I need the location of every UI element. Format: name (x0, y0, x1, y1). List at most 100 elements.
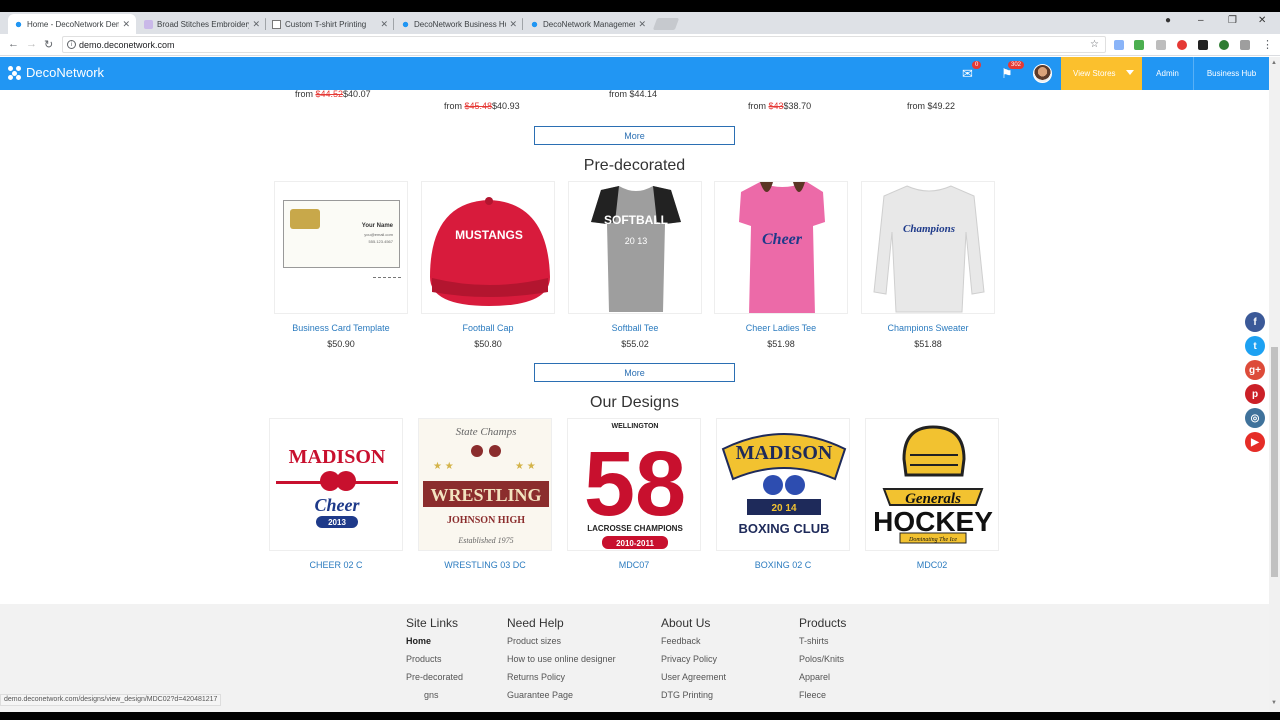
bookmark-star-icon[interactable]: ☆ (1090, 39, 1099, 50)
footer-link-dtg-printing[interactable]: DTG Printing (661, 690, 726, 700)
avatar[interactable] (1033, 64, 1052, 83)
footer-link-returns[interactable]: Returns Policy (507, 672, 616, 682)
product-card[interactable]: SOFTBALL 20 13 Softball Tee $55.02 (568, 181, 702, 349)
more-predecorated-button[interactable]: More (534, 363, 735, 382)
footer-link-fleece[interactable]: Fleece (799, 690, 846, 700)
design-image[interactable]: State Champs ★ ★ ★ ★ WRESTLING JOHNSON HI… (418, 418, 552, 551)
browser-tab-2[interactable]: Broad Stitches Embroidery ✕ (138, 14, 266, 34)
footer-link-home[interactable]: Home (406, 636, 463, 646)
product-image[interactable]: Cheer (714, 181, 848, 314)
product-card[interactable]: Champions Champions Sweater $51.88 (861, 181, 995, 349)
pinterest-icon[interactable]: p (1245, 384, 1265, 404)
footer-link-tshirts[interactable]: T-shirts (799, 636, 846, 646)
extension-icon[interactable] (1114, 40, 1124, 50)
instagram-icon[interactable]: ◎ (1245, 408, 1265, 428)
footer-link-online-designer[interactable]: How to use online designer (507, 654, 616, 664)
product-card[interactable]: Cheer Cheer Ladies Tee $51.98 (714, 181, 848, 349)
scroll-up-icon[interactable]: ▲ (1271, 60, 1277, 66)
site-logo[interactable]: DecoNetwork (8, 65, 104, 80)
tab-title: DecoNetwork Management (543, 19, 636, 29)
close-tab-icon[interactable]: ✕ (638, 19, 646, 30)
product-name[interactable]: Champions Sweater (861, 323, 995, 333)
url-input[interactable]: i demo.deconetwork.com ☆ (62, 36, 1106, 53)
extension-icon[interactable] (1198, 40, 1208, 50)
footer-link-product-sizes[interactable]: Product sizes (507, 636, 616, 646)
footer-link-designs[interactable]: gns (406, 690, 463, 700)
browser-tab-1[interactable]: Home - DecoNetwork Demo ✕ (8, 14, 136, 34)
design-name[interactable]: BOXING 02 C (716, 560, 850, 570)
footer-link-predecorated[interactable]: Pre-decorated (406, 672, 463, 682)
new-tab-button[interactable] (652, 18, 680, 30)
browser-tab-4[interactable]: DecoNetwork Business Hub ✕ (395, 14, 523, 34)
design-card[interactable]: WELLINGTON 58 LACROSSE CHAMPIONS 2010-20… (567, 418, 701, 570)
product-image[interactable]: MUSTANGS (421, 181, 555, 314)
minimize-icon[interactable]: – (1198, 15, 1204, 26)
view-stores-button[interactable]: View Stores (1061, 57, 1142, 90)
product-name[interactable]: Cheer Ladies Tee (714, 323, 848, 333)
product-card[interactable]: MUSTANGS Football Cap $50.80 (421, 181, 555, 349)
extension-icon[interactable] (1177, 40, 1187, 50)
close-tab-icon[interactable]: ✕ (509, 19, 517, 30)
business-hub-link[interactable]: Business Hub (1193, 57, 1269, 90)
page-scrollbar[interactable]: ▲ ▼ (1269, 57, 1280, 712)
reload-icon[interactable]: ↻ (44, 38, 53, 51)
admin-link[interactable]: Admin (1142, 57, 1193, 90)
design-name[interactable]: MDC02 (865, 560, 999, 570)
google-plus-icon[interactable]: g+ (1245, 360, 1265, 380)
svg-text:20 14: 20 14 (771, 503, 796, 514)
design-name[interactable]: WRESTLING 03 DC (418, 560, 552, 570)
messages-icon[interactable]: ✉ (962, 66, 973, 82)
back-icon[interactable]: ← (8, 38, 19, 50)
close-tab-icon[interactable]: ✕ (122, 19, 130, 30)
extension-icon[interactable] (1240, 40, 1250, 50)
design-card[interactable]: State Champs ★ ★ ★ ★ WRESTLING JOHNSON HI… (418, 418, 552, 570)
design-name[interactable]: MDC07 (567, 560, 701, 570)
design-card[interactable]: MADISON Cheer 2013 CHEER 02 C (269, 418, 403, 570)
extension-icon[interactable] (1134, 40, 1144, 50)
browser-tab-3[interactable]: Custom T-shirt Printing ✕ (266, 14, 394, 34)
product-name[interactable]: Football Cap (421, 323, 555, 333)
design-image[interactable]: Generals HOCKEY Dominating The Ice (865, 418, 999, 551)
design-card[interactable]: MADISON 20 14 BOXING CLUB BOXING 02 C (716, 418, 850, 570)
twitter-icon[interactable]: t (1245, 336, 1265, 356)
design-card[interactable]: Generals HOCKEY Dominating The Ice MDC02 (865, 418, 999, 570)
footer-link-feedback[interactable]: Feedback (661, 636, 726, 646)
browser-menu-icon[interactable]: ⋮ (1262, 38, 1273, 51)
footer-link-polos[interactable]: Polos/Knits (799, 654, 846, 664)
scroll-down-icon[interactable]: ▼ (1271, 700, 1277, 706)
product-name[interactable]: Softball Tee (568, 323, 702, 333)
close-tab-icon[interactable]: ✕ (252, 19, 260, 30)
site-info-icon[interactable]: i (67, 40, 76, 49)
footer-link-user-agreement[interactable]: User Agreement (661, 672, 726, 682)
footer-link-apparel[interactable]: Apparel (799, 672, 846, 682)
design-image[interactable]: MADISON Cheer 2013 (269, 418, 403, 551)
browser-tab-5[interactable]: DecoNetwork Management ✕ (524, 14, 652, 34)
extension-icon[interactable] (1219, 40, 1229, 50)
facebook-icon[interactable]: f (1245, 312, 1265, 332)
footer-link-privacy[interactable]: Privacy Policy (661, 654, 726, 664)
svg-text:Cheer: Cheer (762, 231, 803, 248)
more-products-button[interactable]: More (534, 126, 735, 145)
extension-icon[interactable] (1156, 40, 1166, 50)
window-close-icon[interactable]: ✕ (1258, 15, 1266, 26)
svg-text:2010-2011: 2010-2011 (616, 539, 654, 548)
product-image[interactable]: SOFTBALL 20 13 (568, 181, 702, 314)
profile-icon[interactable]: ● (1165, 15, 1171, 26)
design-image[interactable]: MADISON 20 14 BOXING CLUB (716, 418, 850, 551)
footer-link-guarantee[interactable]: Guarantee Page (507, 690, 616, 700)
site-header: DecoNetwork ✉ 0 ⚑ 302 View Stores Admin … (0, 57, 1269, 90)
restore-icon[interactable]: ❐ (1228, 15, 1237, 26)
design-image[interactable]: WELLINGTON 58 LACROSSE CHAMPIONS 2010-20… (567, 418, 701, 551)
product-card[interactable]: Your Name you@email.com 555.123.4567 Bus… (274, 181, 408, 349)
product-image[interactable]: Champions (861, 181, 995, 314)
address-toolbar: ← → ↻ i demo.deconetwork.com ☆ ⋮ (0, 34, 1280, 56)
forward-icon[interactable]: → (26, 38, 37, 50)
our-designs-title: Our Designs (590, 394, 679, 411)
scrollbar-thumb[interactable] (1271, 347, 1278, 577)
close-tab-icon[interactable]: ✕ (380, 19, 388, 30)
product-image[interactable]: Your Name you@email.com 555.123.4567 (274, 181, 408, 314)
product-name[interactable]: Business Card Template (274, 323, 408, 333)
youtube-icon[interactable]: ▶ (1245, 432, 1265, 452)
design-name[interactable]: CHEER 02 C (269, 560, 403, 570)
footer-link-products[interactable]: Products (406, 654, 463, 664)
